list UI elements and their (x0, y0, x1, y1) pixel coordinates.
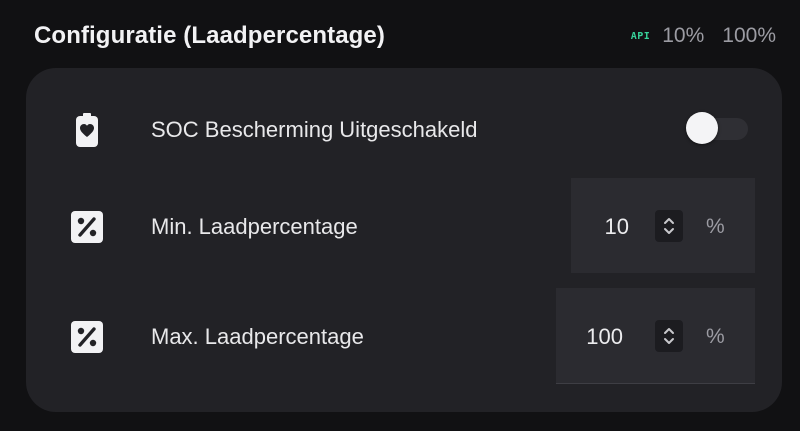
min-charge-label: Min. Laadpercentage (151, 214, 358, 239)
percent-icon (71, 209, 103, 245)
page-title: Configuratie (Laadpercentage) (34, 22, 385, 49)
toggle-knob (686, 112, 718, 144)
min-charge-value[interactable]: 10 (569, 214, 629, 240)
max-charge-input[interactable]: 100 % (556, 288, 755, 384)
chevron-up-down-icon (664, 328, 674, 344)
max-charge-value[interactable]: 100 (563, 324, 623, 350)
header-min-value: 10% (662, 24, 705, 47)
card-header: Configuratie (Laadpercentage) API 10% 10… (34, 18, 776, 54)
max-charge-stepper[interactable] (655, 320, 683, 352)
soc-protection-row: SOC Bescherming Uitgeschakeld (26, 85, 782, 175)
api-badge: API (630, 30, 651, 42)
soc-protection-toggle[interactable] (686, 112, 748, 144)
min-charge-stepper[interactable] (655, 210, 683, 242)
header-values: API 10% 100% (631, 24, 776, 48)
min-charge-unit: % (706, 215, 725, 238)
max-charge-unit: % (706, 325, 725, 348)
soc-protection-label: SOC Bescherming Uitgeschakeld (151, 117, 478, 142)
min-charge-input[interactable]: 10 % (571, 178, 755, 273)
max-charge-label: Max. Laadpercentage (151, 324, 364, 349)
battery-heart-icon (71, 112, 103, 148)
settings-card: SOC Bescherming Uitgeschakeld Min. Laadp… (26, 68, 782, 412)
percent-icon (71, 319, 103, 355)
chevron-up-down-icon (664, 218, 674, 234)
header-max-value: 100% (722, 24, 776, 47)
